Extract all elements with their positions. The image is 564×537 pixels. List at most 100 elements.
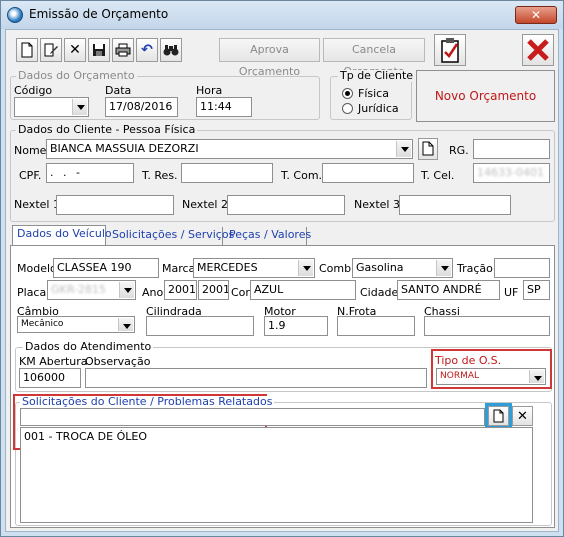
fuel-label: Comb.	[319, 262, 355, 275]
chevron-down-icon[interactable]	[118, 318, 133, 331]
brand-select-value: MERCEDES	[197, 261, 258, 274]
brand-select[interactable]: MERCEDES	[193, 258, 315, 278]
name-select[interactable]: BIANCA MASSUIA DEZORZI	[46, 139, 413, 159]
search-button[interactable]	[160, 38, 182, 62]
radio-fisica[interactable]	[342, 88, 353, 99]
tcel-field[interactable]: 14633-0401	[473, 163, 550, 183]
radio-juridica[interactable]	[342, 103, 353, 114]
model-field[interactable]: CLASSEA 190	[53, 258, 159, 278]
os-type-select[interactable]: NORMAL	[436, 368, 546, 385]
close-icon: ✕	[530, 8, 542, 22]
name-label: Nome	[14, 144, 47, 157]
cancel-budget-button[interactable]: Cancela Orçamento	[323, 38, 425, 78]
chevron-down-icon[interactable]	[298, 260, 313, 276]
chevron-down-icon[interactable]	[119, 282, 134, 298]
brand-label: Marca	[162, 262, 196, 275]
gearbox-select[interactable]: Mecânico	[17, 316, 135, 333]
tab-parts-values[interactable]: Peças / Valores	[225, 227, 311, 245]
print-button[interactable]	[112, 38, 134, 62]
chevron-down-icon[interactable]	[436, 260, 451, 276]
tcom-field[interactable]	[322, 163, 414, 183]
traction-field[interactable]	[494, 258, 550, 278]
window-close-button[interactable]: ✕	[515, 6, 557, 24]
rg-label: RG.	[449, 144, 469, 157]
client-lookup-button[interactable]	[418, 138, 438, 160]
displacement-field[interactable]	[146, 316, 254, 336]
radio-juridica-label: Jurídica	[358, 102, 399, 115]
save-button[interactable]	[88, 38, 110, 62]
red-x-icon	[527, 39, 549, 61]
nextel3-label: Nextel 3	[354, 198, 400, 211]
year-field-1[interactable]: 2001	[164, 280, 197, 300]
km-field[interactable]: 106000	[19, 368, 81, 388]
delete-button[interactable]: ✕	[64, 38, 86, 62]
chevron-down-icon[interactable]	[396, 141, 411, 157]
edit-document-icon	[44, 43, 58, 57]
city-field[interactable]: SANTO ANDRÉ	[397, 280, 500, 300]
chevron-down-icon[interactable]	[72, 99, 87, 115]
time-field[interactable]: 11:44	[196, 97, 252, 117]
x-icon: ✕	[517, 409, 528, 424]
fleet-number-field[interactable]	[337, 316, 415, 336]
color-field[interactable]: AZUL	[250, 280, 356, 300]
tab-requests-services[interactable]: Solicitações / Serviços	[108, 227, 234, 245]
nextel1-field[interactable]	[56, 195, 174, 215]
cpf-label: CPF.	[19, 169, 42, 182]
app-icon	[7, 7, 23, 23]
plate-label: Placa	[17, 286, 47, 299]
nextel3-field[interactable]	[399, 195, 511, 215]
request-input[interactable]	[20, 408, 485, 426]
time-label: Hora	[196, 84, 223, 97]
edit-button[interactable]	[40, 38, 62, 62]
new-button[interactable]	[16, 38, 38, 62]
color-label: Cor	[231, 286, 250, 299]
fuel-select-value: Gasolina	[356, 261, 404, 274]
title-bar: Emissão de Orçamento ✕	[1, 1, 563, 29]
os-type-label: Tipo de O.S.	[435, 354, 502, 367]
date-field[interactable]: 17/08/2016	[105, 97, 178, 117]
undo-button[interactable]: ↶	[136, 38, 158, 62]
approve-budget-button[interactable]: Aprova Orçamento	[219, 38, 320, 78]
new-budget-banner: Novo Orçamento	[416, 70, 555, 122]
requests-list[interactable]: 001 - TROCA DE ÓLEO	[20, 427, 533, 523]
list-item[interactable]: 001 - TROCA DE ÓLEO	[21, 428, 532, 446]
plate-select[interactable]: GKR-2815	[47, 280, 136, 300]
fuel-select[interactable]: Gasolina	[352, 258, 453, 278]
tab-vehicle-data[interactable]: Dados do Veículo	[12, 225, 112, 246]
chassis-field[interactable]	[424, 316, 550, 336]
code-select[interactable]	[14, 97, 89, 117]
nextel2-label: Nextel 2	[182, 198, 228, 211]
new-document-icon	[21, 42, 33, 58]
x-icon: ✕	[69, 42, 81, 58]
plate-value: GKR-2815	[51, 283, 106, 296]
state-field[interactable]: SP	[523, 280, 550, 300]
window: Emissão de Orçamento ✕ ✕ ↶ Aprova Orçame…	[0, 0, 564, 537]
tres-field[interactable]	[181, 163, 273, 183]
year-field-2[interactable]: 2001	[198, 280, 229, 300]
gearbox-select-value: Mecânico	[21, 319, 64, 329]
clipboard-check-icon	[441, 38, 459, 63]
city-label: Cidade	[360, 286, 399, 299]
observation-field[interactable]	[85, 368, 427, 388]
chevron-down-icon[interactable]	[529, 370, 544, 383]
cpf-field[interactable]: . . -	[46, 163, 134, 183]
engine-field[interactable]: 1.9	[264, 316, 328, 336]
nextel2-field[interactable]	[227, 195, 345, 215]
requests-legend: Solicitações do Cliente / Problemas Rela…	[20, 395, 275, 408]
rg-field[interactable]	[473, 139, 550, 159]
add-request-button[interactable]	[488, 406, 509, 426]
new-document-icon	[493, 409, 504, 423]
km-label: KM Abertura	[19, 355, 88, 368]
year-label: Ano	[142, 286, 164, 299]
tcel-value: 14633-0401	[477, 166, 544, 179]
model-label: Modelo	[17, 262, 57, 275]
document-icon	[422, 141, 434, 156]
tres-label: T. Res.	[142, 169, 178, 182]
remove-request-button[interactable]: ✕	[512, 406, 533, 426]
checklist-button[interactable]	[434, 34, 466, 66]
exit-button[interactable]	[522, 34, 554, 66]
floppy-disk-icon	[93, 44, 105, 56]
form-client-area: ✕ ↶ Aprova Orçamento Cancela Orçamento D…	[5, 29, 559, 532]
printer-icon	[115, 43, 131, 57]
budget-data-legend: Dados do Orçamento	[16, 69, 137, 82]
